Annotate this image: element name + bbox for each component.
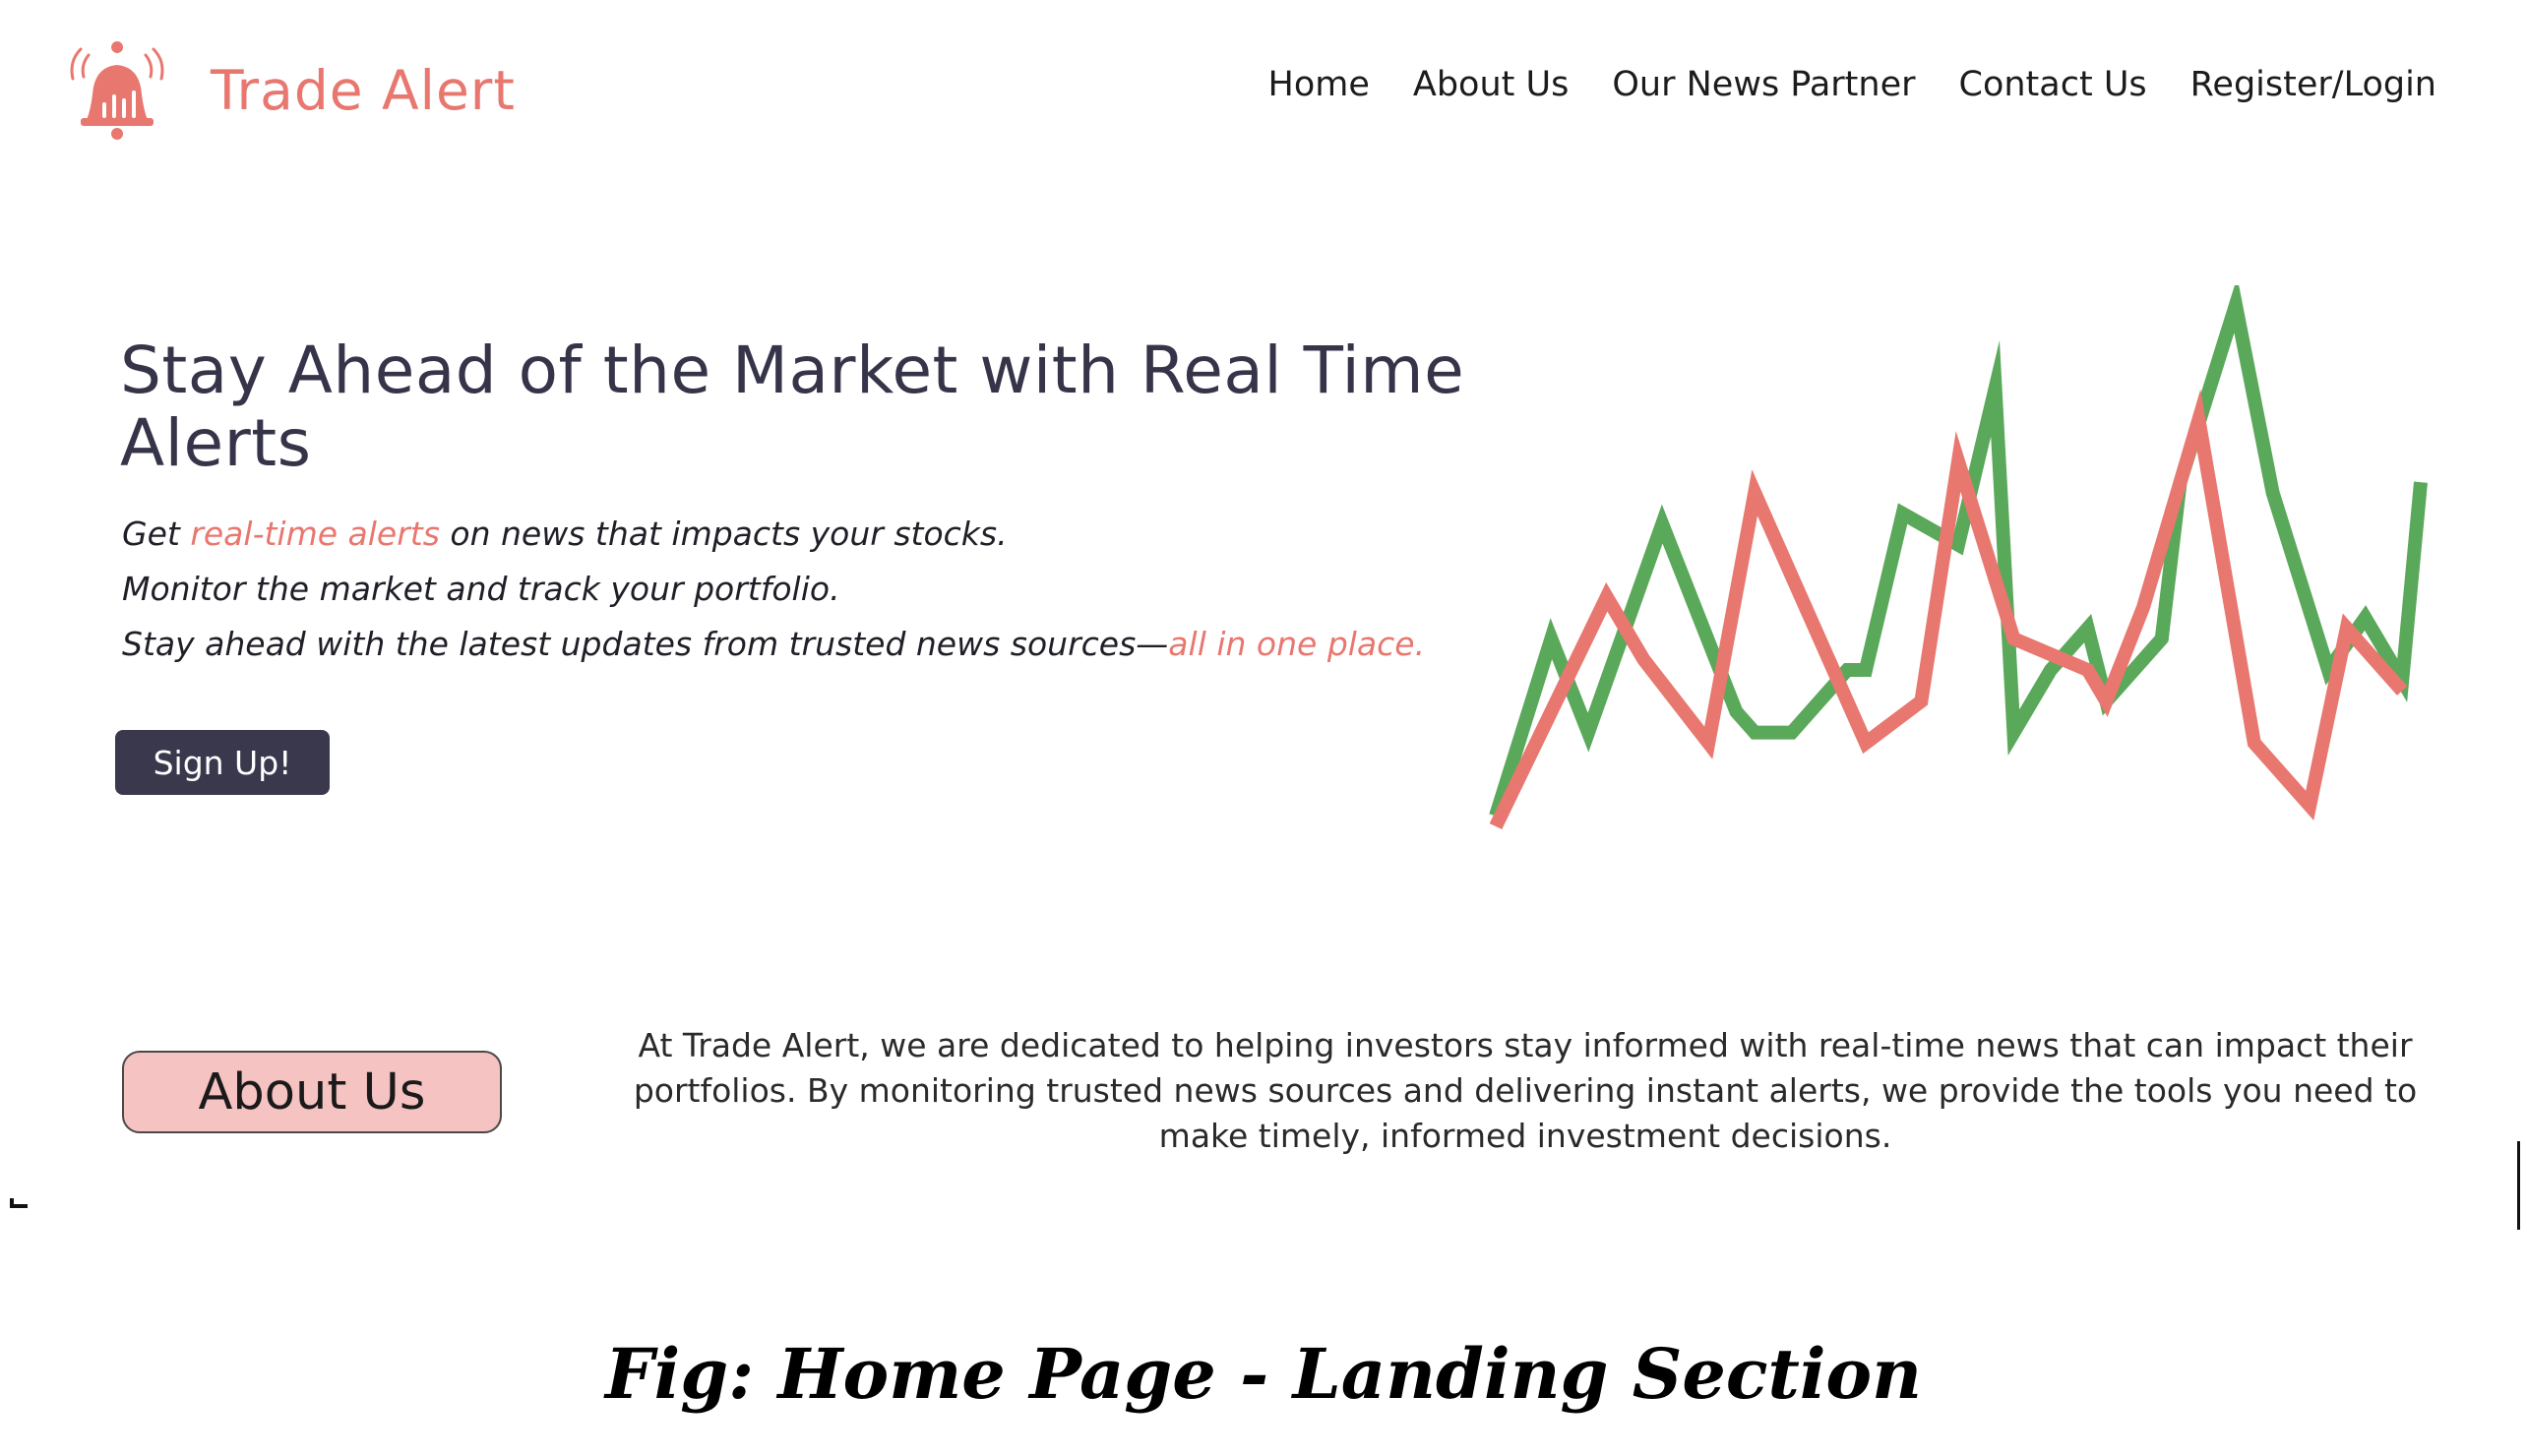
figure-caption: Fig: Home Page - Landing Section <box>604 1333 1923 1415</box>
bell-alert-icon <box>70 41 164 140</box>
sign-up-button[interactable]: Sign Up! <box>115 730 330 795</box>
logo[interactable]: Trade Alert <box>51 39 516 142</box>
nav-about-us[interactable]: About Us <box>1413 65 1569 104</box>
hero-line-3-start: Stay ahead with the latest updates from … <box>122 625 1169 663</box>
nav-contact-us[interactable]: Contact Us <box>1959 65 2147 104</box>
page: Trade Alert Home About Us Our News Partn… <box>0 0 2527 1456</box>
about-us-button[interactable]: About Us <box>122 1051 502 1133</box>
hero-line-alerts: Get real-time alerts on news that impact… <box>122 512 1441 557</box>
nav-news-partner[interactable]: Our News Partner <box>1612 65 1915 104</box>
hero-highlight-all-in-one: all in one place. <box>1168 625 1426 663</box>
hero-title: Stay Ahead of the Market with Real Time … <box>120 333 1465 481</box>
main-nav: Home About Us Our News Partner Contact U… <box>1268 65 2436 104</box>
hero-line-chart <box>1489 285 2428 830</box>
hero-highlight-real-time: real-time alerts <box>190 515 440 553</box>
hero-line-1-start: Get <box>122 515 191 553</box>
nav-home[interactable]: Home <box>1268 65 1370 104</box>
about-description: At Trade Alert, we are dedicated to help… <box>633 1026 2418 1155</box>
hero-line-1-end: on news that impacts your stocks. <box>439 515 1008 553</box>
hero-line-monitor: Monitor the market and track your portfo… <box>122 570 840 608</box>
hero-line-stay-ahead: Stay ahead with the latest updates from … <box>122 622 1441 667</box>
nav-register-login[interactable]: Register/Login <box>2190 65 2436 104</box>
text-cursor-bar <box>2517 1141 2520 1230</box>
series-line-green <box>1489 285 2428 819</box>
corner-mark <box>10 1198 28 1208</box>
logo-text: Trade Alert <box>211 59 516 122</box>
